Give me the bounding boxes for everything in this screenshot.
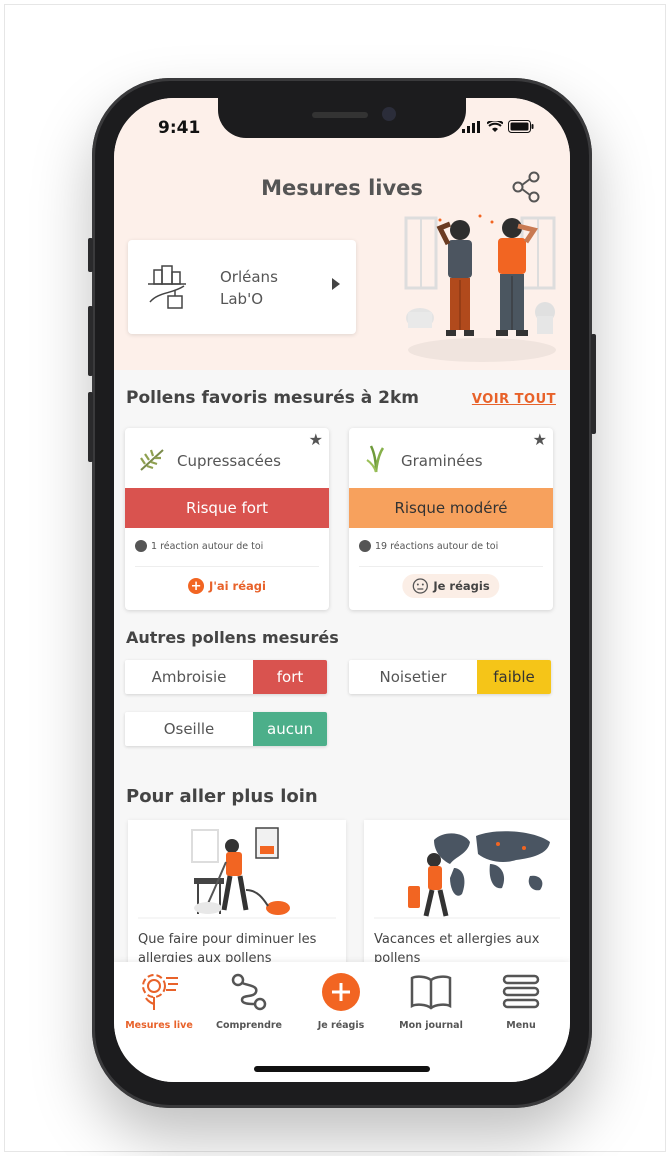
status-time: 9:41 — [158, 118, 201, 138]
article-card-allergies[interactable]: Que faire pour diminuer les allergies au… — [128, 820, 346, 970]
chip-level: faible — [477, 660, 551, 694]
chip-name: Ambroisie — [151, 668, 227, 686]
chip-name: Oseille — [163, 720, 215, 738]
others-title: Autres pollens mesurés — [126, 628, 339, 647]
path-icon — [231, 973, 267, 1011]
article-card-vacances[interactable]: Vacances et allergies aux pollens — [364, 820, 570, 970]
pollen-name: Cupressacées — [177, 452, 281, 470]
tab-mesures-live[interactable]: Mesures live — [116, 972, 202, 1031]
chip-level: aucun — [253, 712, 327, 746]
location-station: Lab'O — [220, 290, 264, 308]
world-map-traveler-illustration — [374, 831, 560, 919]
favorite-star-icon[interactable]: ★ — [309, 430, 323, 449]
react-button[interactable]: Je réagis — [402, 574, 500, 598]
chip-name: Noisetier — [379, 668, 447, 686]
card-divider — [135, 566, 319, 567]
phone-power-button — [591, 334, 596, 434]
neutral-face-icon — [412, 578, 428, 594]
reaction-text: 19 réactions autour de toi — [375, 540, 499, 552]
reaction-count: 1 réaction autour de toi — [135, 540, 263, 552]
see-all-link[interactable]: VOIR TOUT — [472, 392, 556, 407]
wifi-icon — [487, 120, 503, 132]
reaction-text: 1 réaction autour de toi — [151, 540, 264, 552]
speaker — [312, 112, 368, 118]
face-icon — [135, 540, 147, 552]
tab-mon-journal[interactable]: Mon journal — [388, 972, 474, 1031]
book-icon — [410, 975, 452, 1010]
further-title: Pour aller plus loin — [126, 786, 318, 807]
signal-icon — [462, 120, 480, 133]
reacted-button[interactable]: + J'ai réagi — [178, 574, 276, 598]
flower-icon — [142, 974, 178, 1010]
tab-comprendre[interactable]: Comprendre — [206, 972, 292, 1031]
pollen-chip-ambroisie[interactable]: Ambroisie fort — [125, 660, 327, 694]
share-button[interactable] — [510, 170, 544, 208]
favorites-title: Pollens favoris mesurés à 2km — [126, 388, 419, 408]
plus-icon — [322, 973, 360, 1011]
tab-menu[interactable]: Menu — [478, 972, 564, 1031]
city-icon — [148, 265, 186, 309]
pollen-chip-noisetier[interactable]: Noisetier faible — [349, 660, 551, 694]
menu-icon — [502, 974, 540, 1009]
risk-badge: Risque fort — [125, 488, 329, 528]
allergy-people-illustration — [404, 214, 556, 362]
app-screen: 9:41 Mesures lives Orléans Lab'O Pollens… — [114, 98, 570, 1082]
reaction-count: 19 réactions autour de toi — [359, 540, 498, 552]
page-title: Mesures lives — [261, 176, 423, 200]
pollen-name: Graminées — [401, 452, 483, 470]
phone-volume-down — [88, 392, 93, 462]
cleaning-illustration — [138, 827, 336, 919]
chevron-right-icon — [332, 278, 340, 290]
tab-label: Mesures live — [125, 1020, 193, 1031]
bottom-tab-bar: Mesures live Comprendre Je réagis Mon jo… — [114, 962, 570, 1082]
tab-label: Mon journal — [399, 1020, 463, 1031]
card-divider — [359, 566, 543, 567]
share-icon — [512, 171, 540, 203]
tab-label: Comprendre — [215, 1020, 283, 1031]
pollen-card-cupressacees[interactable]: ★ Cupressacées Risque fort 1 réaction au… — [125, 428, 329, 610]
face-icon — [359, 540, 371, 552]
chip-level: fort — [253, 660, 327, 694]
favorite-star-icon[interactable]: ★ — [533, 430, 547, 449]
cypress-icon — [140, 449, 164, 471]
react-label: Je réagis — [433, 579, 490, 593]
location-card[interactable]: Orléans Lab'O — [128, 240, 356, 334]
reacted-label: J'ai réagi — [209, 579, 266, 593]
tab-label: Menu — [506, 1020, 536, 1031]
phone-volume-up — [88, 306, 93, 376]
plus-icon: + — [188, 578, 205, 594]
tab-label: Je réagis — [317, 1020, 365, 1031]
battery-icon — [508, 120, 534, 133]
phone-mute-switch — [88, 238, 93, 272]
location-name: Orléans Lab'O — [220, 266, 278, 310]
tab-je-reagis[interactable]: Je réagis — [298, 972, 384, 1031]
notch — [218, 98, 466, 138]
location-city: Orléans — [220, 268, 278, 286]
home-indicator — [254, 1066, 430, 1072]
pollen-card-graminees[interactable]: ★ Graminées Risque modéré 19 réactions a… — [349, 428, 553, 610]
risk-badge: Risque modéré — [349, 488, 553, 528]
grass-icon — [366, 445, 385, 473]
camera — [382, 107, 396, 121]
pollen-chip-oseille[interactable]: Oseille aucun — [125, 712, 327, 746]
status-icons — [462, 120, 534, 133]
